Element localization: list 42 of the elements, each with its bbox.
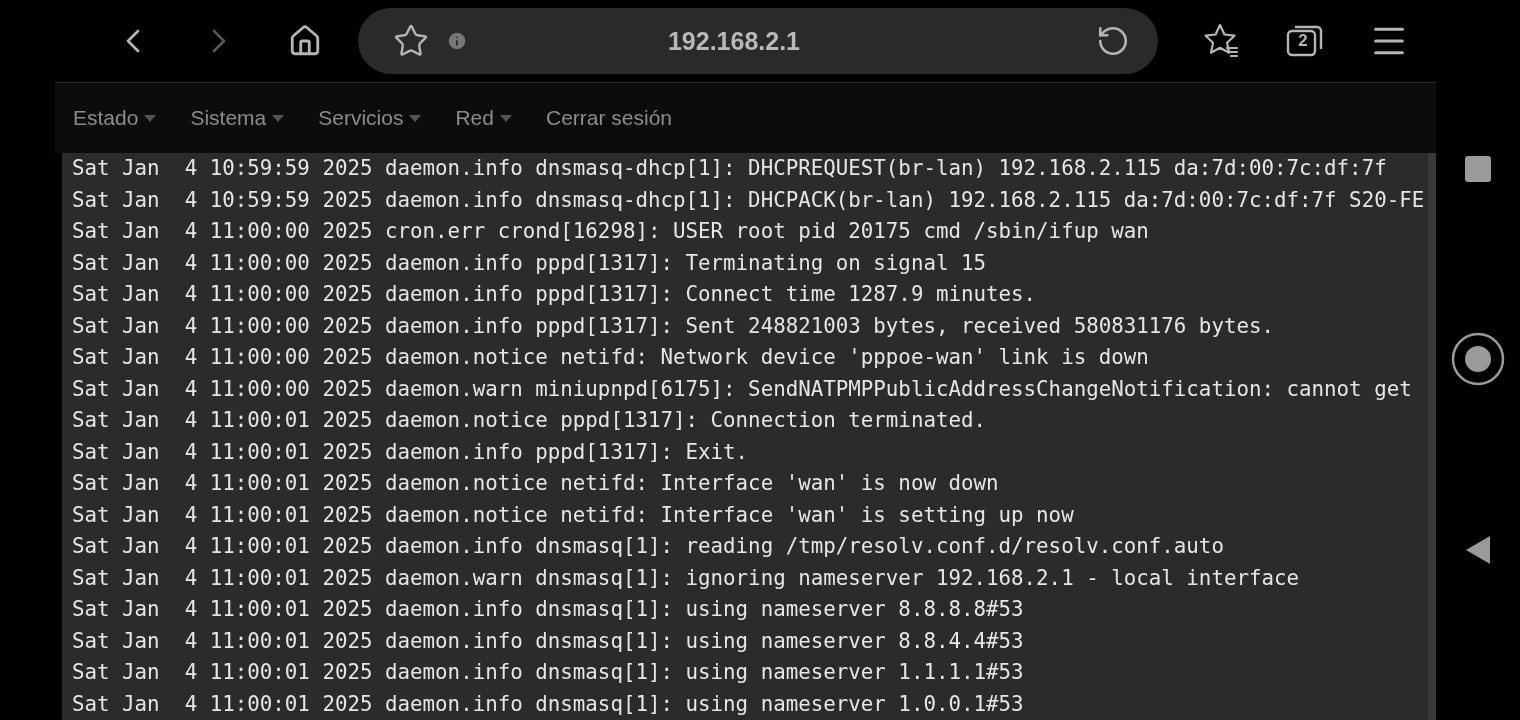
back-nav-button[interactable] xyxy=(1465,535,1491,565)
caret-icon xyxy=(272,114,285,122)
log-line: Sat Jan 4 10:59:59 2025 daemon.info dnsmasq-dhcp[1]: DHCPACK(br-lan) 192.168.2.115 da:7d:00:7c:df:7f S20-FE xyxy=(72,186,1426,214)
log-line: Sat Jan 4 10:59:59 2025 daemon.info dnsmasq-dhcp[1]: DHCPREQUEST(br-lan) 192.168.2.115 da:7d:00:7c:df:7f xyxy=(72,155,1388,182)
log-line: Sat Jan 4 11:00:01 2025 daemon.info dnsmasq[1]: reading /tmp/resolv.conf.d/resolv.conf.auto xyxy=(72,533,1225,560)
log-line: Sat Jan 4 11:00:00 2025 daemon.info pppd[1317]: Terminating on signal 15 xyxy=(72,249,988,277)
log-line: Sat Jan 4 11:00:01 2025 daemon.info dnsmasq[1]: using nameserver 8.8.4.4#53 xyxy=(72,627,1025,655)
info-icon xyxy=(446,30,468,52)
log-line: Sat Jan 4 11:00:01 2025 daemon.info dnsmasq[1]: using nameserver 1.0.0.1#53 xyxy=(72,690,1025,718)
circle-icon xyxy=(1451,332,1505,386)
square-icon xyxy=(1464,155,1492,183)
menu-link[interactable]: Cerrar sesión xyxy=(546,106,673,130)
log-textarea[interactable] xyxy=(62,153,1428,720)
log-line: Sat Jan 4 11:00:01 2025 daemon.notice netifd: Interface 'wan' is now down xyxy=(72,470,1000,497)
house-icon xyxy=(288,24,322,58)
log-line: Sat Jan 4 11:00:00 2025 cron.err crond[16298]: USER root pid 20175 cmd /sbin/ifup wan xyxy=(72,218,1150,245)
menu-dropdown[interactable]: Red xyxy=(455,106,512,130)
caret-icon xyxy=(409,114,422,122)
menu-dropdown[interactable]: Estado xyxy=(73,106,157,130)
recents-button[interactable] xyxy=(1464,155,1492,183)
log-line: Sat Jan 4 11:00:01 2025 daemon.info dnsmasq[1]: using nameserver 8.8.8.8#53 xyxy=(72,596,1025,623)
log-line: Sat Jan 4 11:00:01 2025 daemon.info pppd[1317]: Exit. xyxy=(72,438,750,466)
triangle-icon xyxy=(1465,535,1491,565)
tab-switcher-button[interactable]: 2 xyxy=(1282,18,1328,64)
log-line: Sat Jan 4 11:00:01 2025 daemon.warn dnsmasq[1]: ignoring nameserver 192.168.2.1 - local interface xyxy=(72,564,1301,592)
scrollbar[interactable] xyxy=(1428,153,1436,720)
log-line: Sat Jan 4 11:00:01 2025 daemon.notice netifd: Interface 'wan' is setting up now xyxy=(72,501,1075,529)
caret-icon xyxy=(500,114,512,122)
log-line: Sat Jan 4 11:00:00 2025 daemon.info pppd[1317]: Sent 248821003 bytes, received 580831176 bytes. xyxy=(72,312,1275,340)
menu-dropdown[interactable]: Servicios xyxy=(318,106,422,130)
address-bar[interactable]: 192.168.2.1 xyxy=(358,8,1158,74)
log-line: Sat Jan 4 11:00:00 2025 daemon.notice netifd: Network device 'pppoe-wan' link is down xyxy=(72,344,1150,371)
reload-icon xyxy=(1096,24,1130,58)
log-line: Sat Jan 4 11:00:00 2025 daemon.info pppd[1317]: Connect time 1287.9 minutes. xyxy=(72,281,1038,308)
menu-dropdown[interactable]: Sistema xyxy=(190,106,285,130)
url-text: 192.168.2.1 xyxy=(666,26,802,56)
home-nav-button[interactable] xyxy=(1451,332,1505,386)
log-line: Sat Jan 4 11:00:00 2025 daemon.warn miniupnpd[6175]: SendNATPMPPublicAddressChangeNotification: cannot get xyxy=(72,375,1413,403)
star-icon xyxy=(393,23,429,59)
caret-icon xyxy=(144,114,157,122)
log-line: Sat Jan 4 11:00:01 2025 daemon.notice pppd[1317]: Connection terminated. xyxy=(72,407,988,434)
log-line: Sat Jan 4 11:00:01 2025 daemon.info dnsmasq[1]: using nameserver 1.1.1.1#53 xyxy=(72,659,1025,686)
